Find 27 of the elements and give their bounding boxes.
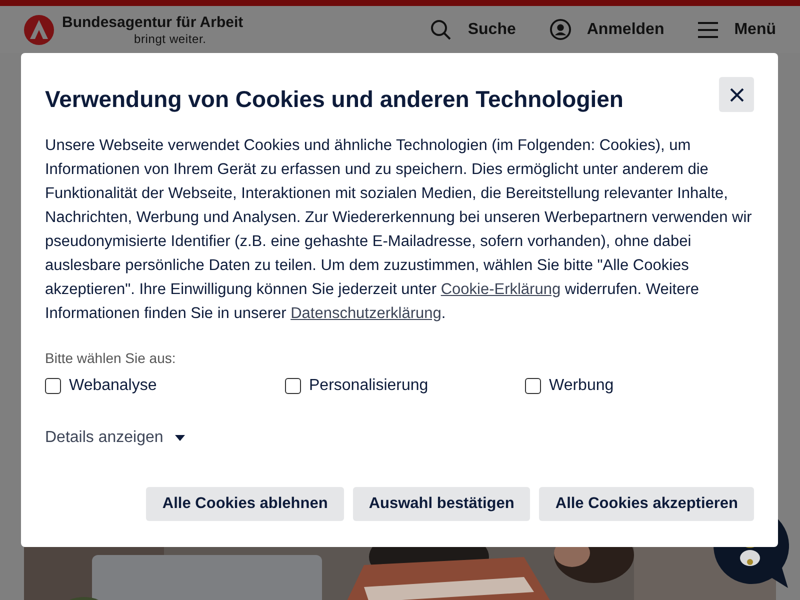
- intro-paragraph: Unsere Webseite verwendet Cookies und ähnliche Technologien (im Folgenden: Cookies), um Informationen von Ihrem Gerät zu erfassen und zu speichern. Dies ermöglicht unter anderem die Funktionalität der Webseite, Interaktionen mit sozialen Medien, die Bereitstellung relevanter Inhalte, Nachrichten, Werbung und Analysen. Zur Wiedererkennung bei unseren Werbepartnern verwenden wir pseudonymisierte Identifier (z.B. eine gehashte E-Mailadresse, sofern vorhanden), ohne dabei auslesbare persönliche Daten zu teilen. Um dem zuzustimmen, wählen Sie bitte "Alle Cookies akzeptieren". Ihre Einwilligung können Sie jederzeit unter Cookie-Erklärung widerrufen. Weitere Informationen finden Sie in unserer Datenschutzerklärung.: [45, 136, 753, 324]
- checkbox[interactable]: [45, 378, 61, 394]
- slogan: bringt weiter.: [134, 32, 208, 44]
- close-button[interactable]: [719, 77, 754, 112]
- user-icon: [550, 19, 571, 40]
- text-link[interactable]: Datenschutzerklärung: [290, 304, 442, 322]
- close-icon: [728, 86, 744, 102]
- text-link[interactable]: Cookie-Erklärung: [440, 280, 561, 298]
- search-button[interactable]: Suche: [430, 18, 516, 42]
- menu-button[interactable]: Menü: [698, 18, 776, 42]
- logo-icon: [24, 14, 54, 44]
- choose-label: Bitte wählen Sie aus:: [45, 348, 177, 368]
- brand-name: Bundesagentur für Arbeit: [62, 14, 244, 30]
- caret-icon: [175, 434, 186, 440]
- details-toggle[interactable]: Details anzeigen: [45, 426, 186, 450]
- dialog-button[interactable]: Auswahl bestätigen: [352, 486, 530, 520]
- dialog-title: Verwendung von Cookies und anderen Technologien: [45, 85, 624, 114]
- checkbox-label: Werbung: [549, 376, 614, 396]
- checkbox[interactable]: [525, 378, 541, 394]
- checkbox[interactable]: [285, 378, 301, 394]
- dialog-button[interactable]: Alle Cookies ablehnen: [146, 486, 344, 520]
- checkbox-label: Webanalyse: [69, 376, 157, 396]
- dialog-button[interactable]: Alle Cookies akzeptieren: [539, 486, 754, 520]
- search-icon: [430, 18, 452, 40]
- menu-icon: [698, 20, 718, 38]
- login-button[interactable]: Anmelden: [550, 18, 664, 42]
- checkbox-label: Personalisierung: [309, 376, 428, 396]
